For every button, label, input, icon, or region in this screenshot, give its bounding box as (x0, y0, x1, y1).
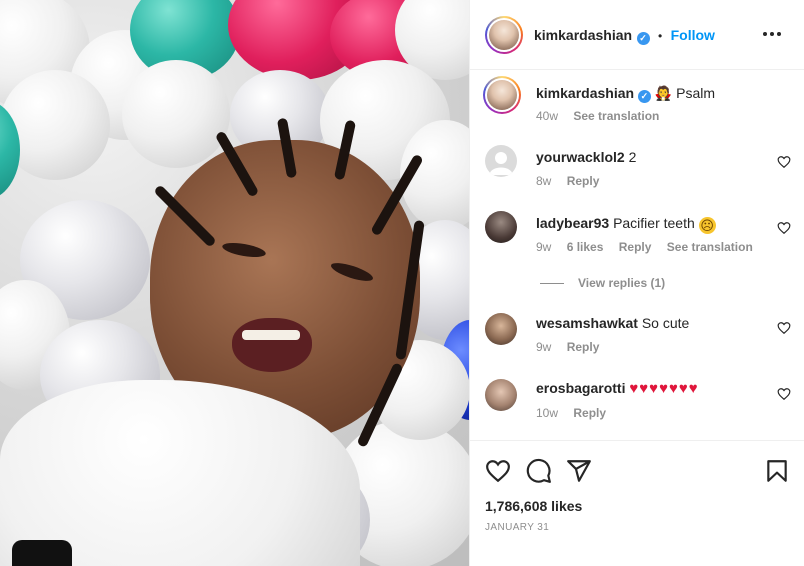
comment-age: 10w (536, 406, 559, 420)
caption-text: kimkardashian ✓ 🧛 Psalm (536, 85, 715, 103)
comment-likes[interactable]: 6 likes (567, 240, 604, 254)
child-teeth (242, 330, 300, 340)
caption-body: Psalm (676, 85, 716, 101)
child-mouth (232, 318, 312, 372)
comment-body: Pacifier teeth (613, 215, 695, 231)
more-dot (763, 32, 767, 36)
replies-divider (540, 283, 564, 285)
reply-button[interactable]: Reply (619, 240, 652, 254)
post-photo[interactable] (0, 0, 469, 566)
separator-dot: • (657, 29, 663, 43)
follow-button[interactable]: Follow (671, 27, 715, 43)
reply-button[interactable]: Reply (573, 406, 606, 420)
more-options-icon[interactable] (763, 26, 783, 40)
avatar-image (487, 80, 517, 110)
like-comment-heart-icon[interactable] (777, 221, 791, 235)
comment-body: So cute (641, 315, 690, 331)
comment-meta: 9w 6 likes Reply See translation (536, 240, 765, 254)
post-header: kimkardashian ✓ • Follow (470, 0, 804, 70)
commenter-avatar[interactable] (485, 379, 517, 411)
avatar-inner (487, 18, 521, 52)
caption-age: 40w (536, 109, 559, 123)
post-panel: kimkardashian ✓ • Follow kimkardashian ✓… (469, 0, 804, 566)
caption-username[interactable]: kimkardashian (536, 85, 634, 101)
share-paper-plane-icon[interactable] (566, 458, 592, 484)
view-replies-label: View replies (1) (578, 276, 666, 290)
like-heart-icon[interactable] (485, 458, 511, 484)
header-text: kimkardashian ✓ • Follow (534, 27, 715, 45)
caption-avatar[interactable] (483, 76, 521, 114)
default-avatar-icon (489, 152, 513, 175)
sad-face-emoji: ☹ (698, 217, 716, 234)
post-date[interactable]: JANUARY 31 (485, 522, 549, 533)
like-comment-heart-icon[interactable] (777, 321, 791, 335)
ball-white (122, 60, 230, 168)
more-dot (777, 32, 781, 36)
reply-button[interactable]: Reply (567, 174, 600, 188)
likes-count[interactable]: 1,786,608 likes (485, 498, 582, 514)
see-translation-link[interactable]: See translation (667, 240, 753, 254)
comment-username[interactable]: yourwacklol2 (536, 149, 625, 165)
red-hearts-emoji: ♥♥♥♥♥♥♥ (629, 380, 699, 397)
reply-button[interactable]: Reply (567, 340, 600, 354)
more-dot (770, 32, 774, 36)
comment-text: wesamshawkat So cute (536, 315, 689, 331)
avatar-inner (485, 78, 519, 112)
commenter-avatar[interactable] (485, 211, 517, 243)
default-avatar[interactable] (485, 145, 517, 177)
author-avatar[interactable] (485, 16, 523, 54)
author-username[interactable]: kimkardashian (534, 27, 632, 43)
comment-age: 9w (536, 340, 552, 354)
see-translation-link[interactable]: See translation (573, 109, 659, 123)
comment-username[interactable]: ladybear93 (536, 215, 609, 231)
like-comment-heart-icon[interactable] (777, 387, 791, 401)
like-comment-heart-icon[interactable] (777, 155, 791, 169)
shirt-print (12, 540, 72, 566)
comment-text: erosbagarotti ♥♥♥♥♥♥♥ (536, 380, 699, 397)
caption-emoji: 🧛 (654, 85, 673, 101)
caption-meta: 40w See translation (536, 109, 671, 123)
commenter-avatar[interactable] (485, 313, 517, 345)
comment-age: 8w (536, 174, 552, 188)
comment-meta: 8w Reply (536, 174, 611, 188)
comment-age: 9w (536, 240, 552, 254)
comment-text: yourwacklol2 2 (536, 149, 636, 165)
verified-badge-icon: ✓ (636, 32, 650, 45)
save-bookmark-icon[interactable] (764, 458, 790, 484)
comment-text: ladybear93 Pacifier teeth ☹ (536, 215, 716, 234)
view-replies-button[interactable]: View replies (1) (540, 276, 665, 290)
verified-badge-icon: ✓ (637, 90, 651, 103)
comment-meta: 9w Reply (536, 340, 611, 354)
comment-username[interactable]: wesamshawkat (536, 315, 638, 331)
comment-meta: 10w Reply (536, 406, 618, 420)
avatar-image (489, 20, 519, 50)
comment-username[interactable]: erosbagarotti (536, 380, 625, 396)
comment-bubble-icon[interactable] (526, 458, 552, 484)
comment-body: 2 (628, 149, 637, 165)
post-actions: 1,786,608 likes JANUARY 31 (470, 440, 804, 566)
